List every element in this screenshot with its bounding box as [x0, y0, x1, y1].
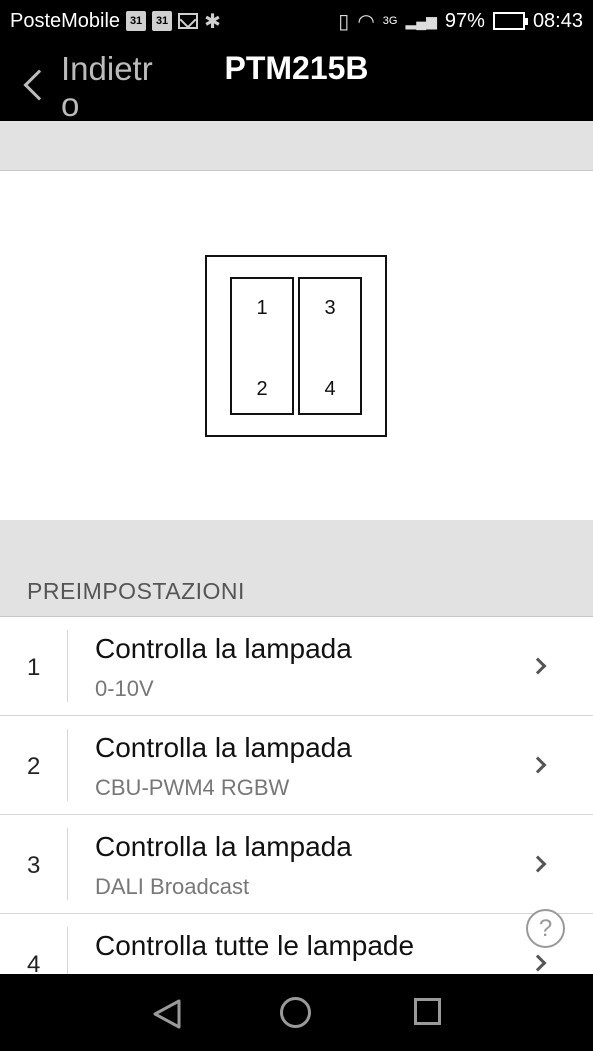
- status-bar: PosteMobile 31 31 ✱ ▯ ◠ 3G ▂▄▆ 97% 08:43: [0, 0, 593, 42]
- list-item[interactable]: 1 Controlla la lampada 0-10V: [0, 617, 593, 716]
- item-divider: [67, 927, 68, 974]
- list-item[interactable]: 2 Controlla la lampada CBU-PWM4 RGBW: [0, 716, 593, 815]
- back-triangle-icon[interactable]: [152, 998, 182, 1030]
- item-title: Controlla la lampada: [95, 633, 352, 664]
- item-divider: [67, 630, 68, 702]
- item-index: 4: [27, 951, 41, 974]
- rocker-right: 3 4: [298, 277, 362, 415]
- status-left: PosteMobile 31 31 ✱: [10, 9, 221, 34]
- wifi-icon: ◠: [357, 10, 375, 33]
- switch-frame: 1 2 3 4: [205, 255, 387, 437]
- preset-list: 1 Controlla la lampada 0-10V 2 Controlla…: [0, 617, 593, 974]
- item-index: 2: [27, 753, 41, 780]
- top-gray-band: [0, 121, 593, 171]
- status-right: ▯ ◠ 3G ▂▄▆ 97% 08:43: [338, 9, 583, 34]
- calendar-icon: 31: [152, 11, 173, 31]
- nav-bar: PTM215B Indietro: [0, 42, 593, 123]
- item-title: Controlla la lampada: [95, 831, 352, 862]
- signal-icon: ▂▄▆: [405, 12, 437, 29]
- battery-icon: [492, 12, 528, 30]
- question-circle-icon: ?: [538, 915, 553, 942]
- recent-apps-icon[interactable]: [414, 998, 441, 1025]
- carrier-name: PosteMobile: [10, 9, 121, 32]
- item-subtitle: CBU-PWM4 RGBW: [95, 775, 290, 800]
- help-button[interactable]: ?: [526, 909, 565, 948]
- chevron-left-icon: [23, 69, 55, 101]
- rocker-left: 1 2: [230, 277, 294, 415]
- chevron-right-icon: [529, 855, 547, 873]
- item-index: 1: [27, 654, 41, 681]
- chevron-right-icon: [529, 954, 547, 972]
- button-label-4: 4: [324, 378, 336, 400]
- chevron-right-icon: [529, 756, 547, 774]
- item-subtitle: DALI Broadcast: [95, 874, 250, 899]
- button-label-2: 2: [256, 378, 268, 400]
- list-item[interactable]: 3 Controlla la lampada DALI Broadcast: [0, 815, 593, 914]
- vibrate-icon: ▯: [338, 10, 350, 33]
- calendar-icon: 31: [126, 11, 147, 31]
- item-title: Controlla tutte le lampade: [95, 930, 415, 961]
- android-nav-bar: [0, 974, 593, 1051]
- item-index: 3: [27, 852, 41, 879]
- home-circle-icon[interactable]: [280, 997, 311, 1028]
- list-item[interactable]: 4 Controlla tutte le lampade: [0, 914, 593, 974]
- item-subtitle: 0-10V: [95, 676, 154, 701]
- section-header-label: PREIMPOSTAZIONI: [27, 578, 245, 604]
- back-label: Indietro: [61, 50, 153, 123]
- clock: 08:43: [532, 9, 583, 32]
- button-label-3: 3: [324, 297, 336, 319]
- item-divider: [67, 729, 68, 801]
- bug-icon: ✱: [204, 10, 221, 33]
- chevron-right-icon: [529, 657, 547, 675]
- item-title: Controlla la lampada: [95, 732, 352, 763]
- back-button[interactable]: Indietro: [18, 51, 178, 123]
- switch-diagram-area: 1 2 3 4: [0, 171, 593, 520]
- battery-percent: 97%: [444, 9, 485, 32]
- button-label-1: 1: [256, 297, 268, 319]
- section-header: PREIMPOSTAZIONI: [0, 520, 593, 617]
- gmail-icon: [178, 13, 199, 29]
- network-type: 3G: [382, 14, 398, 27]
- item-divider: [67, 828, 68, 900]
